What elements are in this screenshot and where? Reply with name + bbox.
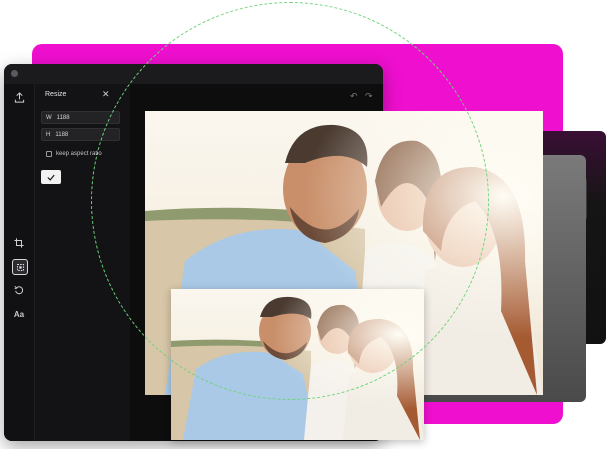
aspect-ratio-label: keep aspect ratio (56, 151, 102, 157)
width-label: W (46, 114, 52, 121)
check-icon (47, 174, 55, 181)
height-label: H (46, 131, 51, 138)
rotate-icon[interactable] (11, 282, 27, 298)
text-icon[interactable]: Aa (11, 306, 27, 322)
crop-icon[interactable] (11, 235, 27, 251)
aspect-ratio-checkbox[interactable] (46, 151, 52, 157)
upload-icon[interactable] (11, 89, 27, 105)
close-window-icon[interactable] (11, 70, 18, 77)
resize-icon[interactable] (12, 259, 28, 275)
panel-title: Resize (45, 91, 67, 98)
width-value: 1188 (56, 114, 70, 121)
decorative-dotted-circle (91, 2, 489, 400)
height-value: 1188 (55, 131, 69, 138)
apply-button[interactable] (41, 170, 61, 184)
panel-close-icon[interactable]: ✕ (102, 89, 110, 100)
